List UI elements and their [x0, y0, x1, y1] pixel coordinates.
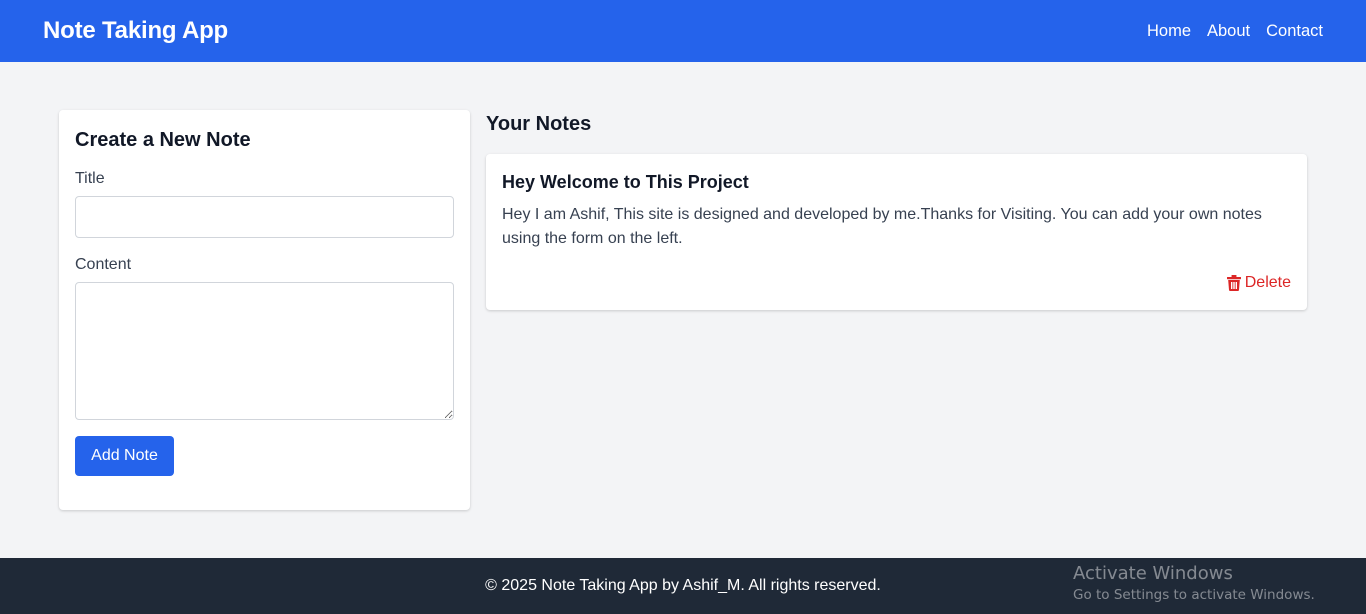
title-input[interactable]: [75, 196, 454, 238]
note-card: Hey Welcome to This Project Hey I am Ash…: [486, 154, 1307, 310]
create-note-card: Create a New Note Title Content Add Note: [59, 110, 470, 510]
delete-note-button[interactable]: Delete: [1226, 274, 1291, 292]
app-brand[interactable]: Note Taking App: [43, 17, 228, 45]
content-textarea[interactable]: [75, 282, 454, 420]
watermark-subtitle: Go to Settings to activate Windows.: [1073, 587, 1315, 603]
nav-link-home[interactable]: Home: [1147, 22, 1191, 41]
add-note-button[interactable]: Add Note: [75, 436, 174, 476]
title-label: Title: [75, 170, 105, 187]
delete-label: Delete: [1244, 274, 1291, 291]
nav-link-contact[interactable]: Contact: [1266, 22, 1323, 41]
note-title: Hey Welcome to This Project: [502, 172, 749, 192]
footer-copyright: © 2025 Note Taking App by Ashif_M. All r…: [485, 577, 881, 594]
content-label: Content: [75, 256, 132, 273]
nav-link-about[interactable]: About: [1207, 22, 1250, 41]
create-note-heading: Create a New Note: [75, 129, 251, 151]
navbar: Note Taking App Home About Contact: [0, 0, 1366, 62]
note-content: Hey I am Ashif, This site is designed an…: [502, 206, 1262, 247]
trash-icon: [1226, 275, 1241, 291]
nav-links: Home About Contact: [1147, 22, 1323, 41]
watermark-title: Activate Windows: [1073, 563, 1233, 584]
windows-activation-watermark: Activate Windows Go to Settings to activ…: [1073, 563, 1315, 603]
your-notes-heading: Your Notes: [486, 113, 592, 135]
